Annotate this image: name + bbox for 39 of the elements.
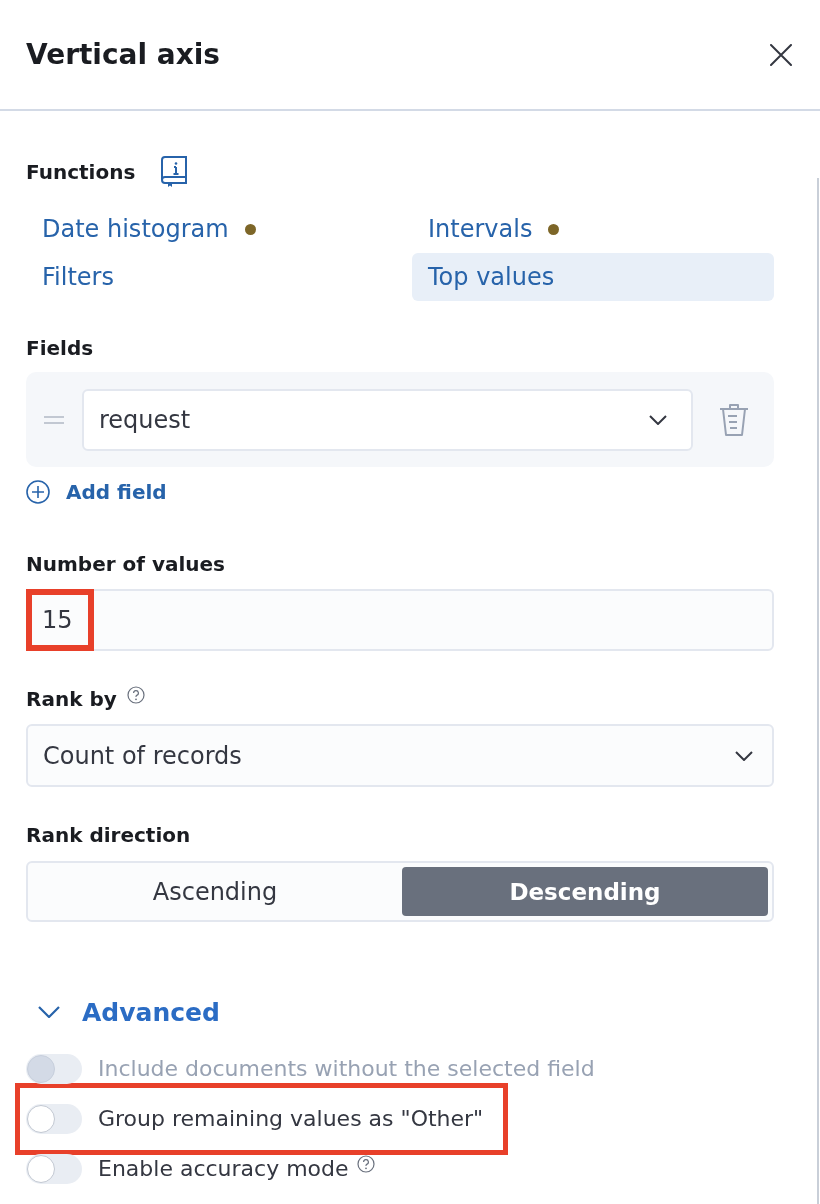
function-label: Top values: [428, 262, 555, 293]
function-link[interactable]: Date histogram: [26, 205, 396, 253]
function-label: Filters: [42, 262, 114, 293]
advanced-toggle[interactable]: Advanced: [26, 994, 220, 1030]
add-field-button[interactable]: Add field: [26, 477, 167, 507]
book-icon[interactable]: [161, 156, 188, 188]
plus-circle-icon: [26, 480, 50, 504]
field-select[interactable]: request: [82, 389, 693, 451]
input-value: 15: [42, 605, 73, 636]
function-link[interactable]: Filters: [26, 253, 396, 301]
direction-button[interactable]: Descending: [402, 867, 768, 916]
number-input[interactable]: 15: [26, 589, 774, 651]
function-link[interactable]: Top values: [412, 253, 774, 301]
select-value: Count of records: [43, 740, 242, 772]
chevron-down-icon: [649, 415, 667, 425]
close-icon[interactable]: [770, 43, 792, 66]
direction-button[interactable]: Ascending: [32, 867, 398, 916]
trash-icon[interactable]: [719, 403, 749, 437]
function-link[interactable]: Intervals: [412, 205, 774, 253]
help-icon[interactable]: [356, 1155, 375, 1173]
function-label: Date histogram: [42, 214, 229, 245]
section-label: Number of values: [26, 551, 226, 578]
section-label: Functions: [26, 159, 136, 186]
toggle-label: Include documents without the selected field: [98, 1055, 595, 1083]
toggle-label: Group remaining values as "Other": [98, 1105, 484, 1133]
rank-by-select[interactable]: Count of records: [26, 724, 774, 787]
drag-handle-icon[interactable]: [44, 416, 64, 424]
toggle-label: Enable accuracy mode: [98, 1155, 349, 1183]
section-label: Fields: [26, 335, 94, 362]
toggle-switch[interactable]: [26, 1154, 82, 1184]
help-icon[interactable]: [126, 686, 145, 704]
flyout-title: Vertical axis: [26, 36, 220, 73]
toggle-switch[interactable]: [26, 1104, 82, 1134]
chevron-down-icon: [735, 750, 753, 761]
select-value: request: [99, 405, 191, 436]
section-label: Rank by: [26, 686, 117, 713]
chevron-down-icon: [38, 1006, 60, 1018]
function-label: Intervals: [428, 214, 533, 245]
section-label: Rank direction: [26, 822, 191, 849]
